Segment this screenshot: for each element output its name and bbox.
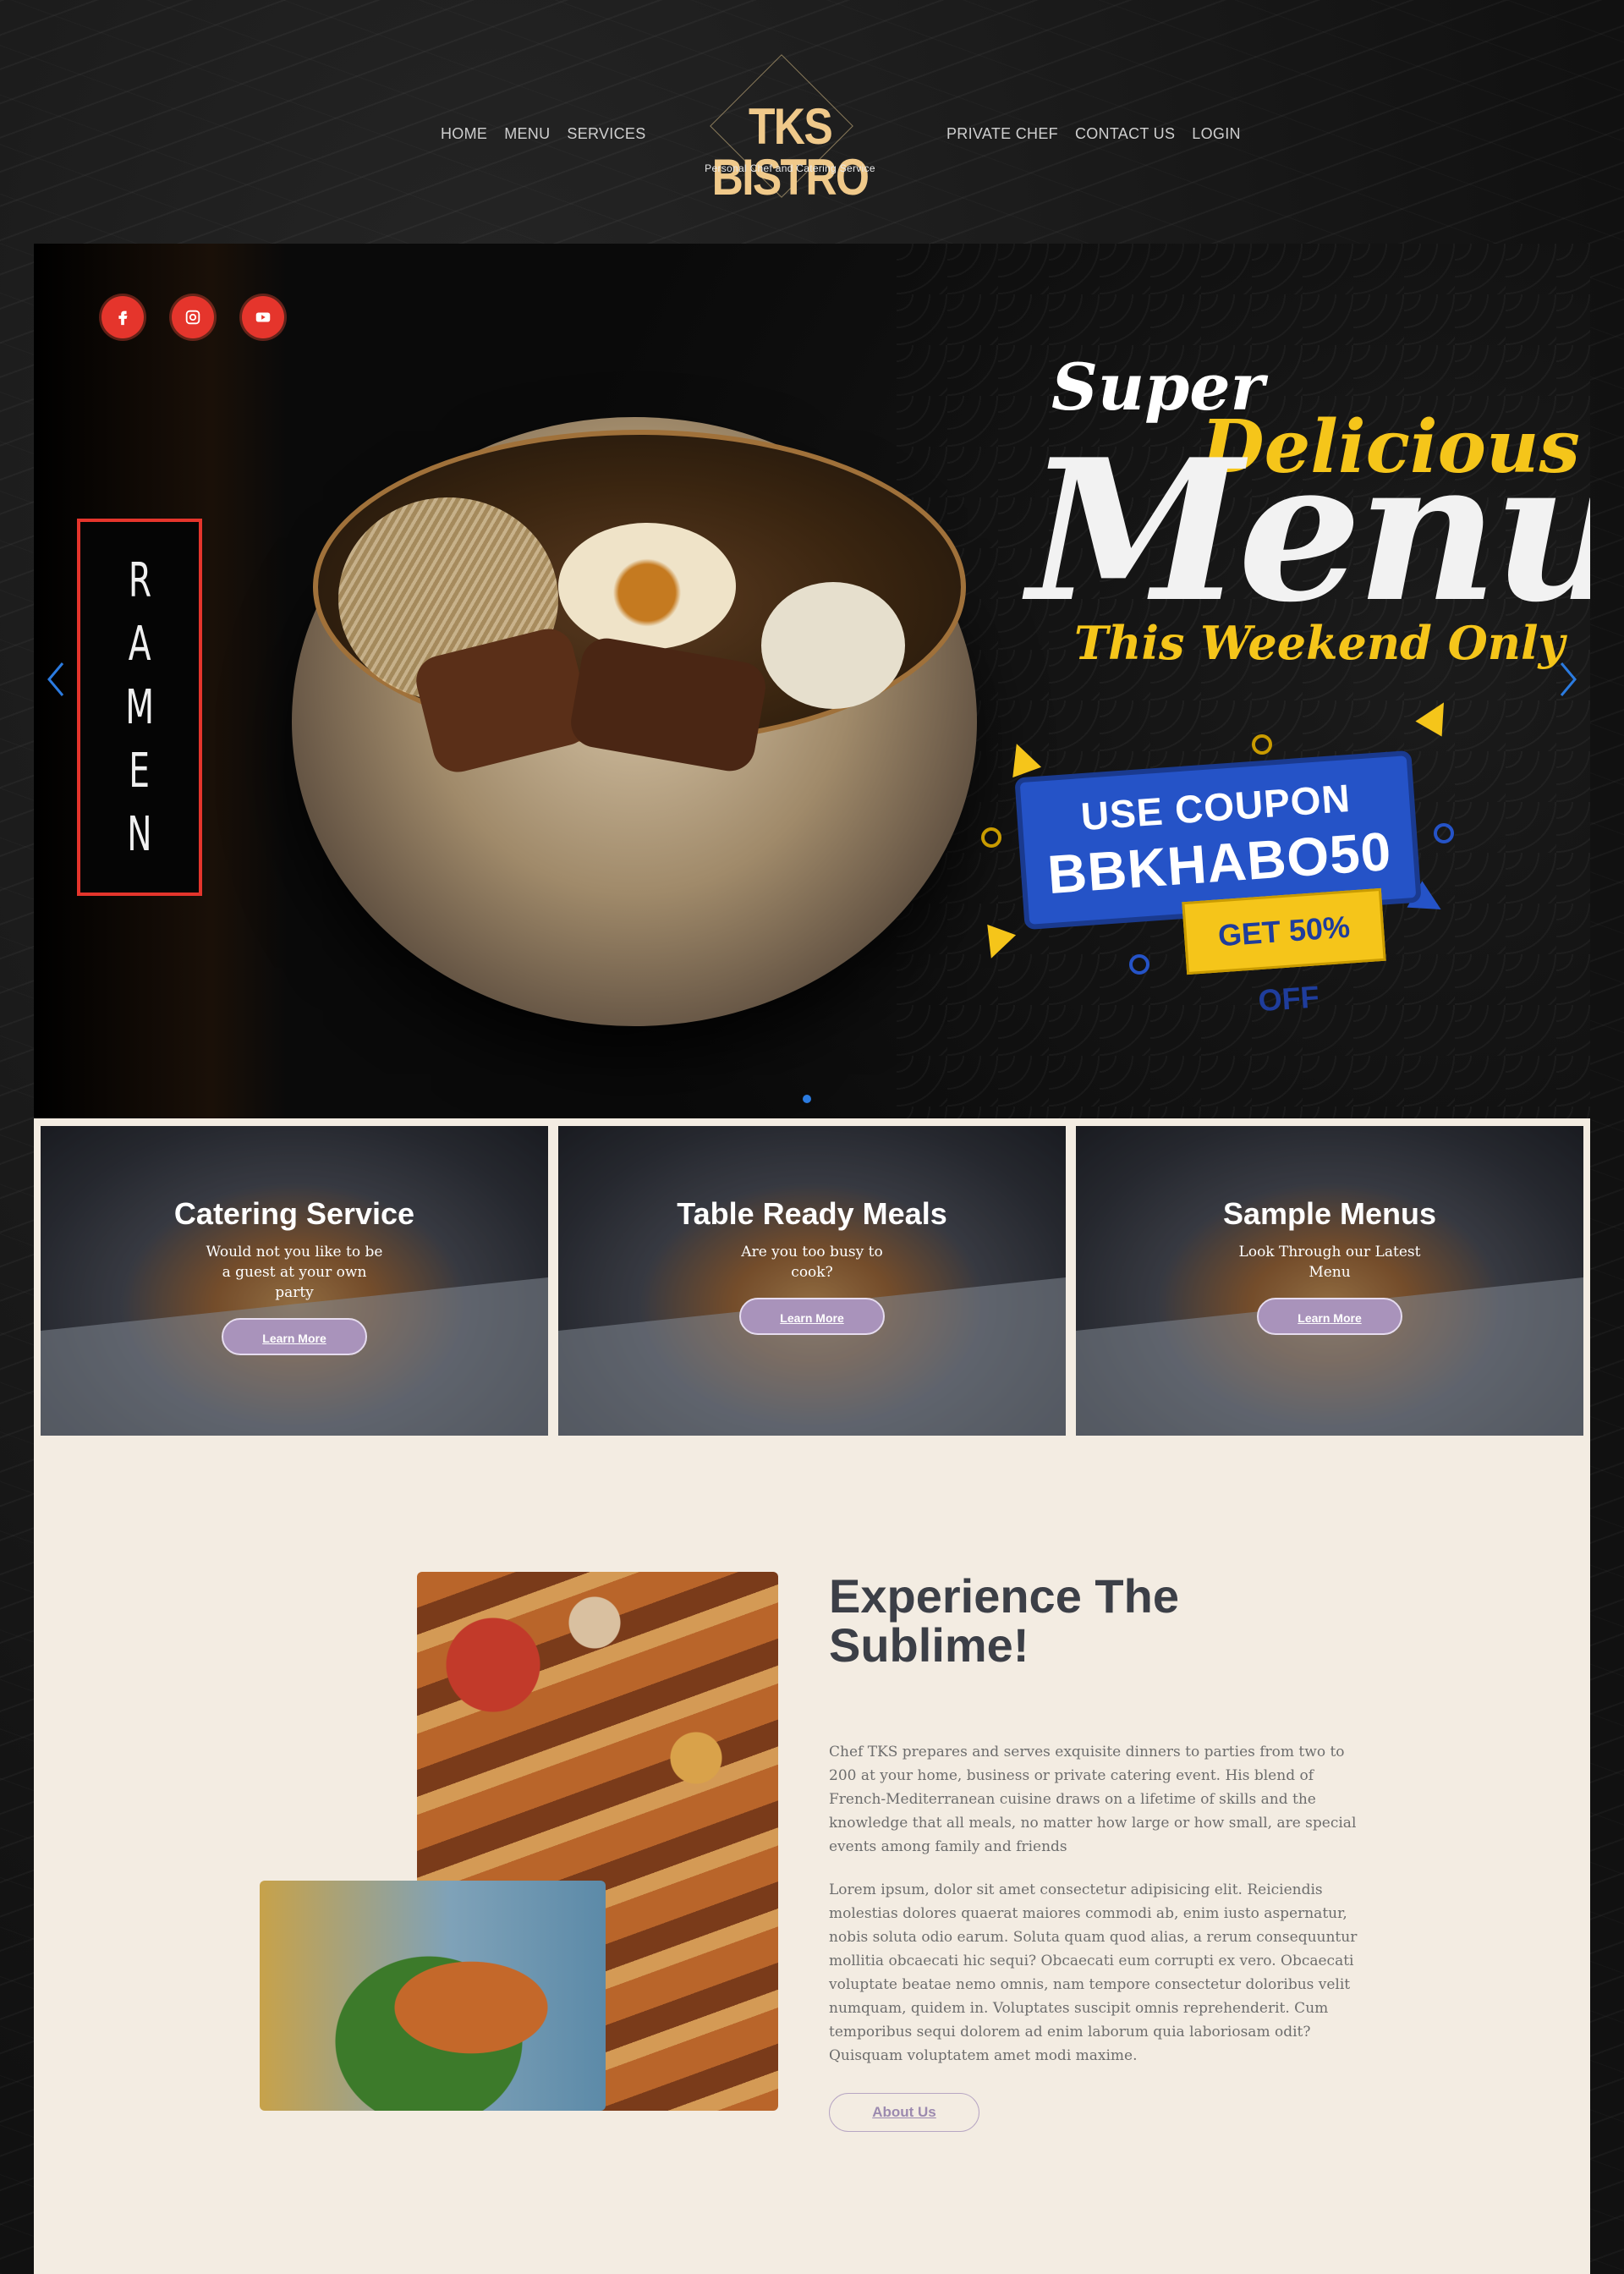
about-paragraph: Chef TKS prepares and serves exquisite d…	[829, 1744, 1357, 1855]
nav-home[interactable]: HOME	[441, 125, 487, 143]
ramen-letter: A	[128, 616, 151, 672]
learn-more-button[interactable]: Learn More	[222, 1318, 367, 1355]
site-header: HOME MENU SERVICES TKS BISTRO Personal C…	[0, 0, 1624, 244]
ramen-letter: M	[125, 679, 154, 735]
promo-weekend: This Weekend Only	[1074, 616, 1565, 670]
chevron-left-icon[interactable]	[42, 658, 68, 700]
card-title: Table Ready Meals	[677, 1196, 947, 1231]
confetti-ring	[981, 827, 1001, 848]
nav-services[interactable]: SERVICES	[567, 125, 645, 143]
site-logo[interactable]: TKS BISTRO Personal Chef and Catering Se…	[687, 54, 893, 206]
ramen-egg	[558, 523, 736, 650]
slider-dot[interactable]	[803, 1095, 811, 1103]
logo-tagline: Personal Chef and Catering Service	[705, 162, 875, 174]
nav-private-chef[interactable]: PRIVATE CHEF	[946, 125, 1058, 143]
nav-login[interactable]: LOGIN	[1192, 125, 1241, 143]
card-title: Catering Service	[173, 1196, 415, 1231]
facebook-icon[interactable]	[102, 296, 144, 338]
confetti-ring	[1434, 823, 1454, 843]
instagram-icon[interactable]	[172, 296, 214, 338]
chevron-right-icon[interactable]	[1556, 658, 1582, 700]
ramen-vertical-label: R A M E N	[77, 519, 202, 896]
about-us-button[interactable]: About Us	[829, 2093, 979, 2132]
about-title: Experience The Sublime!	[829, 1569, 1179, 1672]
nav-contact-us[interactable]: CONTACT US	[1075, 125, 1175, 143]
card-subtitle: Would not you like to be a guest at your…	[206, 1244, 383, 1301]
about-paragraph: Lorem ipsum, dolor sit amet consectetur …	[829, 1881, 1358, 2064]
card-subtitle: Look Through our Latest Menu	[1238, 1244, 1421, 1281]
logo-title: TKS BISTRO	[711, 98, 870, 206]
promo-menu: Menu	[1028, 417, 1590, 645]
nav-right: PRIVATE CHEF CONTACT US LOGIN	[946, 125, 1241, 143]
confetti-ring	[1252, 734, 1272, 755]
ramen-letter: R	[128, 552, 151, 608]
service-card-sample-menus: Sample Menus Look Through our Latest Men…	[1076, 1126, 1583, 1436]
nav-left: HOME MENU SERVICES	[441, 125, 646, 143]
ramen-letter: N	[127, 806, 152, 862]
service-card-catering: Catering Service Would not you like to b…	[41, 1126, 548, 1436]
ramen-letter: E	[129, 743, 151, 799]
learn-more-button[interactable]: Learn More	[739, 1298, 885, 1335]
fish-dish-photo	[260, 1881, 606, 2111]
confetti-ring	[1129, 954, 1149, 975]
nav-menu[interactable]: MENU	[504, 125, 550, 143]
ramen-onion	[761, 582, 905, 709]
discount-badge: GET 50% OFF	[1182, 887, 1386, 1018]
service-card-table-ready: Table Ready Meals Are you too busy to co…	[558, 1126, 1066, 1436]
hero-slider: R A M E N Super Delicious Menu This Week…	[34, 244, 1590, 1118]
learn-more-button[interactable]: Learn More	[1257, 1298, 1402, 1335]
youtube-icon[interactable]	[242, 296, 284, 338]
card-title: Sample Menus	[1222, 1196, 1437, 1231]
card-subtitle: Are you too busy to cook?	[741, 1244, 883, 1281]
